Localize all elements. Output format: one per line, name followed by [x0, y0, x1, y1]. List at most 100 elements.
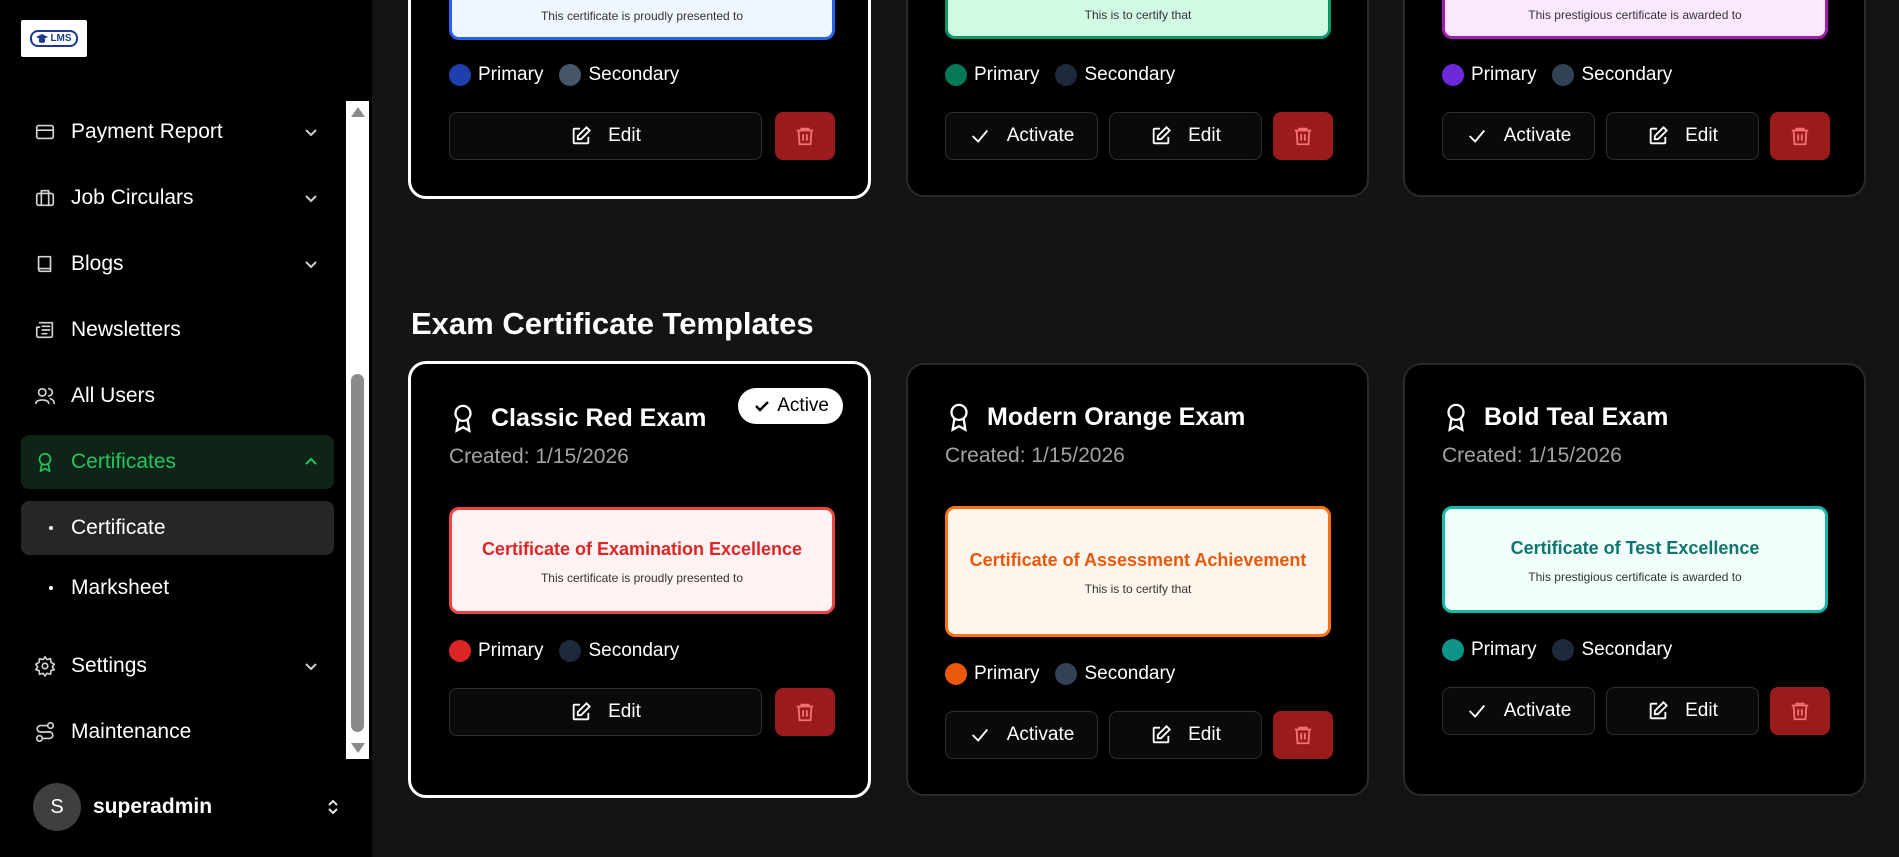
certificate-card-top-1: This certificate is proudly presented to… [408, 0, 871, 199]
route-icon [33, 720, 57, 744]
sidebar-subitem-label: Marksheet [71, 576, 170, 599]
primary-swatch [945, 663, 967, 685]
scroll-thumb[interactable] [351, 374, 364, 732]
chevron-down-icon [302, 657, 320, 675]
preview-subtitle: This prestigious certificate is awarded … [1528, 569, 1742, 584]
trash-icon [1294, 127, 1312, 146]
primary-label: Primary [478, 64, 544, 85]
lms-logo[interactable]: LMS [21, 20, 87, 57]
sidebar-item-label: Settings [71, 654, 147, 677]
color-legend: Primary Secondary [1442, 64, 1672, 86]
edit-icon [1649, 125, 1669, 145]
user-name: superadmin [93, 795, 213, 818]
activate-button[interactable]: Activate [945, 112, 1098, 160]
edit-label: Edit [1685, 125, 1718, 146]
edit-label: Edit [1188, 724, 1221, 745]
secondary-swatch [559, 640, 582, 662]
secondary-label: Secondary [1084, 663, 1176, 684]
trash-icon [796, 703, 814, 722]
newspaper-icon [33, 318, 57, 342]
edit-button[interactable]: Edit [449, 112, 762, 160]
activate-label: Activate [1503, 125, 1572, 146]
primary-swatch [1442, 639, 1464, 661]
certificate-preview: This is to certify that [945, 0, 1331, 39]
certificate-preview: This prestigious certificate is awarded … [1442, 0, 1828, 39]
chevrons-up-down-icon[interactable] [323, 797, 343, 817]
secondary-label: Secondary [588, 640, 680, 661]
scroll-up-arrow-icon[interactable] [351, 107, 365, 117]
secondary-swatch [1055, 663, 1078, 685]
sidebar-item-payment-report[interactable]: Payment Report [21, 105, 334, 159]
primary-swatch [449, 640, 471, 662]
primary-swatch [1442, 64, 1464, 86]
color-legend: Primary Secondary [449, 640, 679, 662]
active-label: Active [777, 395, 829, 416]
delete-button[interactable] [1770, 687, 1830, 735]
trash-icon [796, 127, 814, 146]
activate-button[interactable]: Activate [1442, 112, 1595, 160]
primary-swatch [449, 64, 471, 86]
edit-button[interactable]: Edit [1109, 711, 1262, 759]
secondary-label: Secondary [1084, 64, 1176, 85]
trash-icon [1791, 127, 1809, 146]
edit-icon [572, 125, 592, 145]
preview-subtitle: This certificate is proudly presented to [540, 570, 744, 585]
scroll-down-arrow-icon[interactable] [351, 743, 365, 753]
exam-template-card-classic-red: Classic Red Exam Active Created: 1/15/20… [408, 361, 871, 798]
certificate-card-top-2: This is to certify that Primary Secondar… [906, 0, 1369, 197]
primary-swatch [945, 64, 967, 86]
sidebar-scrollbar[interactable] [346, 101, 369, 759]
secondary-label: Secondary [1581, 64, 1673, 85]
created-date: Created: 1/15/2026 [449, 445, 629, 468]
activate-button[interactable]: Activate [1442, 687, 1595, 735]
award-icon [449, 403, 477, 433]
card-header: Classic Red Exam [449, 403, 706, 433]
gear-icon [33, 654, 57, 678]
edit-label: Edit [1685, 700, 1718, 721]
preview-subtitle: This is to certify that [1084, 7, 1192, 22]
check-icon [971, 129, 988, 143]
edit-button[interactable]: Edit [1606, 112, 1759, 160]
sidebar-item-label: Certificates [71, 450, 177, 473]
activate-button[interactable]: Activate [945, 711, 1098, 759]
sidebar-item-settings[interactable]: Settings [21, 639, 334, 693]
secondary-swatch [1552, 639, 1575, 661]
sidebar-item-maintenance[interactable]: Maintenance [21, 705, 334, 759]
delete-button[interactable] [775, 688, 835, 736]
user-menu[interactable]: S superadmin [33, 783, 343, 831]
sidebar-item-certificates[interactable]: Certificates [21, 435, 334, 489]
activate-label: Activate [1006, 125, 1075, 146]
sidebar-item-label: Payment Report [71, 120, 223, 143]
sidebar-item-label: Newsletters [71, 318, 181, 341]
bullet-dot [49, 586, 53, 590]
preview-subtitle: This certificate is proudly presented to [540, 8, 744, 23]
delete-button[interactable] [1770, 112, 1830, 160]
chevron-down-icon [302, 255, 320, 273]
edit-button[interactable]: Edit [1109, 112, 1262, 160]
sidebar-subitem-marksheet[interactable]: Marksheet [21, 561, 334, 615]
preview-subtitle: This is to certify that [1084, 581, 1192, 596]
sidebar-item-blogs[interactable]: Blogs [21, 237, 334, 291]
chevron-down-icon [302, 123, 320, 141]
sidebar-item-label: All Users [71, 384, 156, 407]
exam-template-card-bold-teal: Bold Teal Exam Created: 1/15/2026 Certif… [1403, 363, 1866, 796]
users-icon [33, 384, 57, 408]
edit-button[interactable]: Edit [1606, 687, 1759, 735]
delete-button[interactable] [1273, 711, 1333, 759]
sidebar-item-newsletters[interactable]: Newsletters [21, 303, 334, 357]
sidebar-subitem-certificate[interactable]: Certificate [21, 501, 334, 555]
sidebar-item-label: Job Circulars [71, 186, 194, 209]
preview-subtitle: This prestigious certificate is awarded … [1528, 7, 1742, 22]
delete-button[interactable] [1273, 112, 1333, 160]
created-date: Created: 1/15/2026 [1442, 444, 1622, 467]
color-legend: Primary Secondary [449, 64, 679, 86]
sidebar-subitem-label: Certificate [71, 516, 166, 539]
edit-button[interactable]: Edit [449, 688, 762, 736]
exam-template-card-modern-orange: Modern Orange Exam Created: 1/15/2026 Ce… [906, 363, 1369, 796]
activate-label: Activate [1503, 700, 1572, 721]
edit-label: Edit [608, 125, 641, 146]
sidebar-item-job-circulars[interactable]: Job Circulars [21, 171, 334, 225]
sidebar-item-all-users[interactable]: All Users [21, 369, 334, 423]
delete-button[interactable] [775, 112, 835, 160]
color-legend: Primary Secondary [945, 663, 1175, 685]
